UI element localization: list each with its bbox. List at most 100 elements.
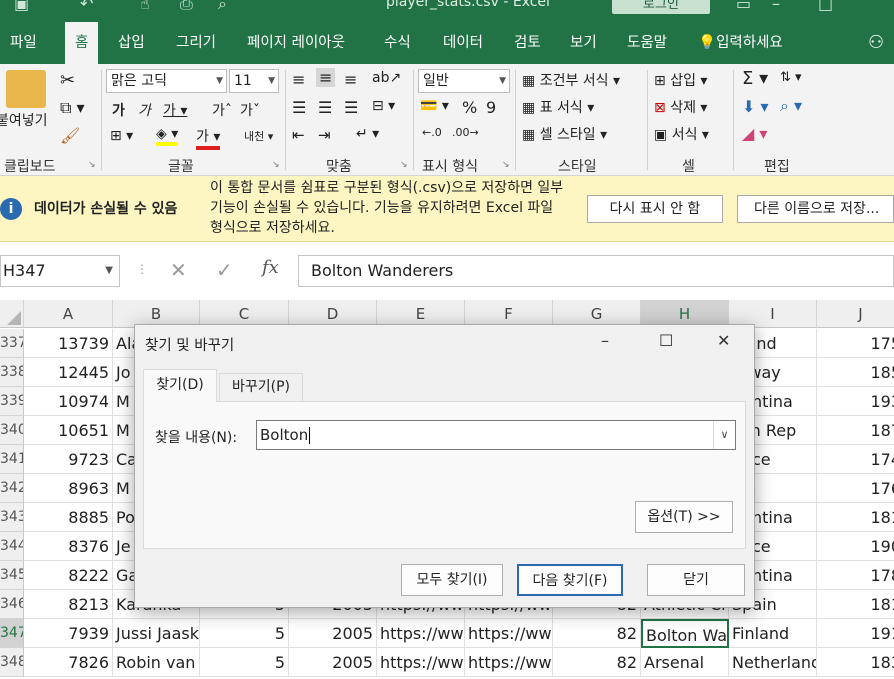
row-header[interactable]: 346 xyxy=(0,590,24,619)
align-center-icon[interactable]: ☰ xyxy=(318,98,332,117)
ribbon-display-icon[interactable]: ▭ xyxy=(736,0,751,13)
search-icon[interactable]: ⌕ xyxy=(218,0,227,14)
increase-decimal-icon[interactable]: ←.0 xyxy=(422,126,442,139)
tab-insert[interactable]: 삽입 xyxy=(118,22,145,64)
active-cell[interactable]: Bolton Wa xyxy=(641,619,729,648)
row-header[interactable]: 340 xyxy=(0,416,24,445)
chevron-down-icon[interactable]: ∨ xyxy=(713,421,735,449)
align-middle-icon[interactable]: ≡ xyxy=(316,68,336,87)
shrink-font-icon[interactable]: 가ˇ xyxy=(240,100,260,120)
decrease-indent-icon[interactable]: ⇤ xyxy=(292,126,305,144)
tab-home[interactable]: 홈 xyxy=(65,22,99,64)
format-painter-icon[interactable]: 🖌 xyxy=(60,126,80,145)
touch-mode-icon[interactable]: ☝ xyxy=(140,0,150,13)
cell-b[interactable]: Robin van xyxy=(113,648,200,677)
cell-a[interactable]: 8222 xyxy=(24,561,113,590)
align-top-icon[interactable]: ≡ xyxy=(292,70,305,89)
cell-j[interactable]: 176 xyxy=(817,474,894,503)
row-header[interactable]: 344 xyxy=(0,532,24,561)
paste-icon[interactable] xyxy=(6,70,46,108)
tab-review[interactable]: 검토 xyxy=(514,22,541,64)
tab-file[interactable]: 파일 xyxy=(10,22,37,64)
cell-e[interactable]: https://ww xyxy=(377,619,465,648)
borders-icon[interactable]: ⊞ ▾ xyxy=(110,128,133,144)
cell-f[interactable]: https://ww xyxy=(465,648,553,677)
bold-icon[interactable]: 가 xyxy=(112,100,125,120)
tab-draw[interactable]: 그리기 xyxy=(176,22,216,64)
cell-i[interactable]: Netherland xyxy=(729,648,817,677)
comma-icon[interactable]: 9 xyxy=(486,98,496,117)
cell-j[interactable]: 185 xyxy=(817,358,894,387)
col-header-j[interactable]: J xyxy=(817,300,894,328)
cell-e[interactable]: https://ww xyxy=(377,648,465,677)
login-button[interactable]: 로그인 xyxy=(612,0,710,14)
insert-cells-button[interactable]: ⊞ 삽입 ▾ xyxy=(654,70,707,90)
cell-i[interactable]: Finland xyxy=(729,619,817,648)
find-next-button[interactable]: 다음 찾기(F) xyxy=(517,564,623,596)
conditional-format-button[interactable]: ▦ 조건부 서식 ▾ xyxy=(522,70,620,90)
autosave-icon[interactable]: ▣ xyxy=(14,0,29,13)
cancel-icon[interactable]: ✕ xyxy=(170,258,187,282)
cell-j[interactable]: 190 xyxy=(817,532,894,561)
clipboard-launcher-icon[interactable]: ↘ xyxy=(88,160,96,170)
percent-icon[interactable]: % xyxy=(462,98,477,117)
tell-me-box[interactable]: 💡입력하세요 xyxy=(698,22,783,64)
cell-j[interactable]: 175 xyxy=(817,329,894,358)
cell-a[interactable]: 9723 xyxy=(24,445,113,474)
align-bottom-icon[interactable]: ≡ xyxy=(344,70,357,89)
tab-replace[interactable]: 바꾸기(P) xyxy=(219,373,303,401)
cell-c[interactable]: 5 xyxy=(200,648,289,677)
cell-d[interactable]: 2005 xyxy=(289,619,377,648)
row-header[interactable]: 345 xyxy=(0,561,24,590)
tab-view[interactable]: 보기 xyxy=(570,22,597,64)
cell-j[interactable]: 187 xyxy=(817,416,894,445)
cell-b[interactable]: Jussi Jaask xyxy=(113,619,200,648)
insert-function-icon[interactable]: fx xyxy=(262,257,279,278)
cell-g[interactable]: 82 xyxy=(553,619,641,648)
row-header[interactable]: 339 xyxy=(0,387,24,416)
number-format-select[interactable]: 일반 ▼ xyxy=(418,69,510,93)
cell-j[interactable]: 191 xyxy=(817,619,894,648)
cell-a[interactable]: 8963 xyxy=(24,474,113,503)
cell-h[interactable]: Arsenal xyxy=(641,648,729,677)
cell-j[interactable]: 193 xyxy=(817,387,894,416)
cell-a[interactable]: 8885 xyxy=(24,503,113,532)
row-header[interactable]: 341 xyxy=(0,445,24,474)
cell-f[interactable]: https://ww xyxy=(465,619,553,648)
find-input[interactable]: Bolton ∨ xyxy=(256,420,736,450)
row-header[interactable]: 342 xyxy=(0,474,24,503)
sort-filter-icon[interactable]: ⇅ ▾ xyxy=(780,70,802,85)
row-header[interactable]: 338 xyxy=(0,358,24,387)
cell-g[interactable]: 82 xyxy=(553,648,641,677)
cell-j[interactable]: 181 xyxy=(817,590,894,619)
fill-icon[interactable]: ⬇ ▾ xyxy=(742,97,769,116)
row-header[interactable]: 337 xyxy=(0,329,24,358)
tab-data[interactable]: 데이터 xyxy=(443,22,483,64)
row-header[interactable]: 348 xyxy=(0,648,24,677)
options-button[interactable]: 옵션(T) >> xyxy=(635,501,733,533)
cut-icon[interactable]: ✂ xyxy=(60,70,75,91)
wrap-text-icon[interactable]: ↵ ▾ xyxy=(356,126,379,142)
cell-a[interactable]: 8213 xyxy=(24,590,113,619)
cell-j[interactable]: 181 xyxy=(817,503,894,532)
phonetic-icon[interactable]: 내천 ▾ xyxy=(244,128,273,144)
dialog-minimize-icon[interactable]: – xyxy=(601,331,609,350)
fill-color-icon[interactable]: ◈ ▾ xyxy=(156,126,179,146)
name-box[interactable]: H347 ▼ xyxy=(0,255,120,287)
orientation-icon[interactable]: ab↗ xyxy=(372,70,401,86)
autosum-icon[interactable]: Σ ▾ xyxy=(742,68,768,89)
cell-j[interactable]: 183 xyxy=(817,648,894,677)
italic-icon[interactable]: 가 xyxy=(138,100,151,120)
cell-a[interactable]: 10651 xyxy=(24,416,113,445)
share-icon[interactable]: ⚇ xyxy=(868,22,884,64)
font-name-select[interactable]: 맑은 고딕 ▼ xyxy=(106,69,227,93)
increase-indent-icon[interactable]: ⇥ xyxy=(318,126,331,144)
dialog-close-icon[interactable]: ✕ xyxy=(717,331,730,350)
minimize-icon[interactable]: – xyxy=(772,0,780,13)
row-header[interactable]: 347 xyxy=(0,619,24,648)
find-all-button[interactable]: 모두 찾기(I) xyxy=(401,564,503,596)
merge-center-icon[interactable]: ⊟ ▾ xyxy=(372,98,395,114)
font-size-select[interactable]: 11 ▼ xyxy=(229,69,279,93)
tab-formulas[interactable]: 수식 xyxy=(384,22,411,64)
clear-icon[interactable]: ◢ ▾ xyxy=(742,124,767,143)
